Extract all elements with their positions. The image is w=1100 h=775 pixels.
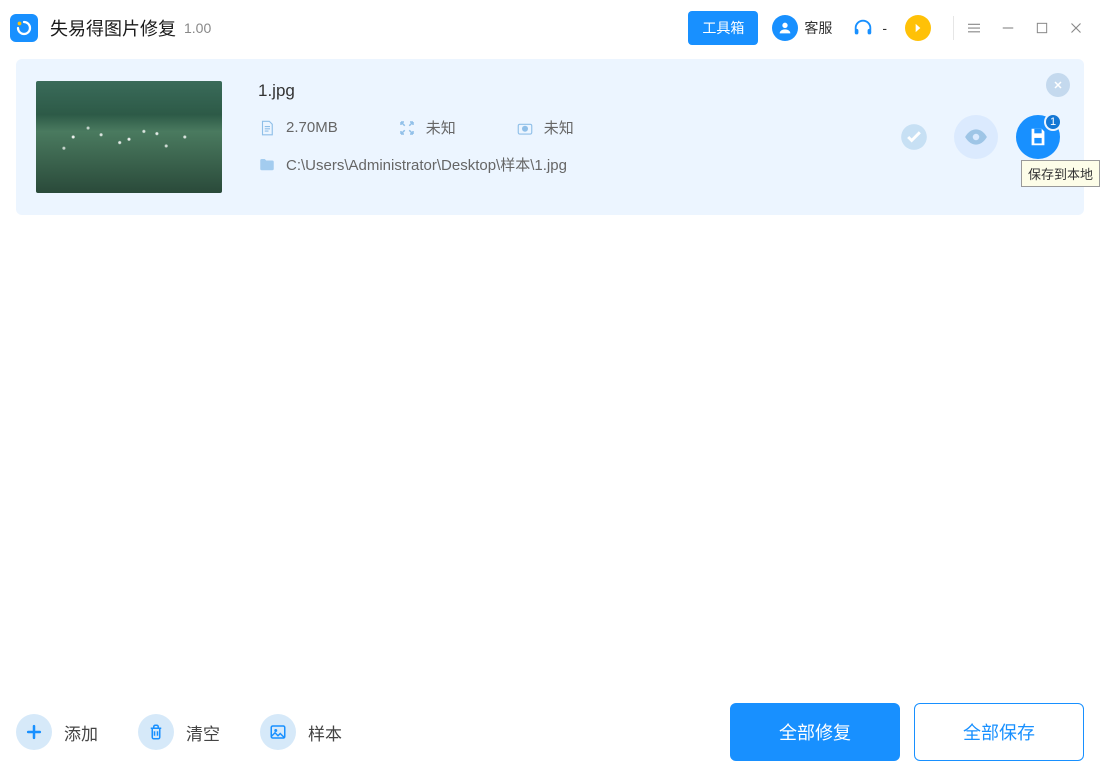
dimension-icon <box>398 119 416 137</box>
remove-file-button[interactable] <box>1046 73 1070 97</box>
repair-all-button[interactable]: 全部修复 <box>730 703 900 761</box>
toolbox-button[interactable]: 工具箱 <box>688 11 758 45</box>
image-icon <box>260 714 296 750</box>
app-title: 失易得图片修复 <box>50 15 176 41</box>
headset-icon <box>850 15 876 41</box>
content-area: 1.jpg 2.70MB 未知 <box>0 55 1100 215</box>
file-path-row: C:\Users\Administrator\Desktop\样本\1.jpg <box>258 154 892 175</box>
headset-button[interactable]: - <box>850 15 887 41</box>
minimize-button[interactable] <box>994 14 1022 42</box>
app-version: 1.00 <box>184 20 211 36</box>
vip-button[interactable] <box>905 15 937 41</box>
preview-button[interactable] <box>954 115 998 159</box>
clear-label: 清空 <box>186 720 220 745</box>
save-button[interactable]: 1 <box>1016 115 1060 159</box>
save-all-button[interactable]: 全部保存 <box>914 703 1084 761</box>
file-dimension: 未知 <box>398 117 456 138</box>
file-extra: 未知 <box>516 117 574 138</box>
divider <box>953 16 954 40</box>
file-size-icon <box>258 119 276 137</box>
sample-label: 样本 <box>308 720 342 745</box>
file-info: 1.jpg 2.70MB 未知 <box>258 81 892 193</box>
save-tooltip: 保存到本地 <box>1021 160 1100 187</box>
camera-icon <box>516 119 534 137</box>
app-logo <box>10 14 38 42</box>
add-icon <box>16 714 52 750</box>
support-button[interactable]: 客服 <box>772 15 832 41</box>
file-card: 1.jpg 2.70MB 未知 <box>16 59 1084 215</box>
clear-button[interactable]: 清空 <box>138 714 220 750</box>
support-label: 客服 <box>804 18 832 38</box>
headset-label: - <box>882 20 887 36</box>
file-size: 2.70MB <box>258 119 338 137</box>
support-icon <box>772 15 798 41</box>
file-meta-row: 2.70MB 未知 未知 <box>258 117 892 138</box>
folder-icon <box>258 156 276 174</box>
file-size-value: 2.70MB <box>286 119 338 136</box>
add-label: 添加 <box>64 720 98 745</box>
menu-button[interactable] <box>960 14 988 42</box>
file-dimension-value: 未知 <box>426 117 456 138</box>
status-check-icon <box>892 115 936 159</box>
vip-icon <box>905 15 931 41</box>
file-path-value: C:\Users\Administrator\Desktop\样本\1.jpg <box>286 154 567 175</box>
add-button[interactable]: 添加 <box>16 714 98 750</box>
file-name: 1.jpg <box>258 81 892 101</box>
trash-icon <box>138 714 174 750</box>
save-badge: 1 <box>1044 113 1062 131</box>
file-extra-value: 未知 <box>544 117 574 138</box>
close-button[interactable] <box>1062 14 1090 42</box>
maximize-button[interactable] <box>1028 14 1056 42</box>
file-thumbnail <box>36 81 222 193</box>
footer: 添加 清空 样本 全部修复 全部保存 <box>0 689 1100 775</box>
sample-button[interactable]: 样本 <box>260 714 342 750</box>
titlebar: 失易得图片修复 1.00 工具箱 客服 - <box>0 0 1100 55</box>
